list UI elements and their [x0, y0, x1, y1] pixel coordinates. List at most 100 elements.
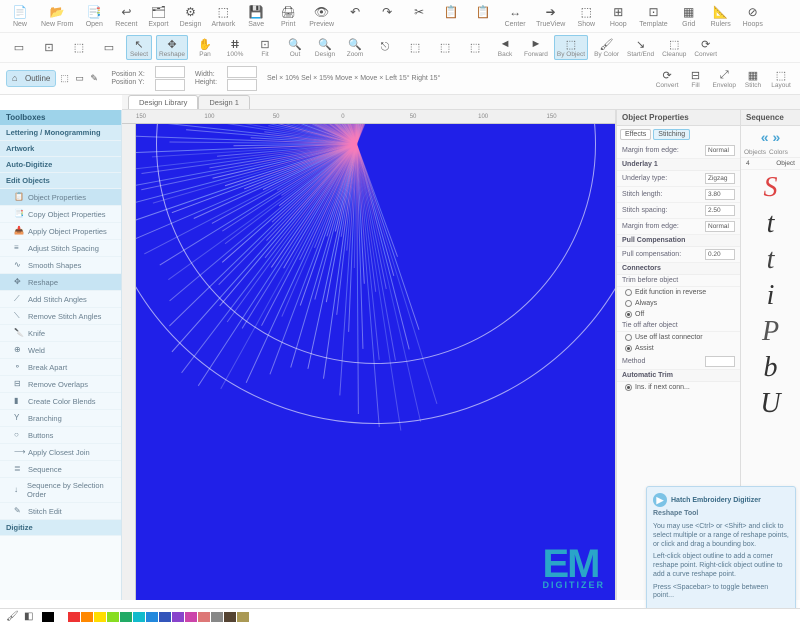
ribbon-artwork[interactable]: ⬚Artwork — [208, 3, 238, 29]
posx-input[interactable] — [155, 66, 185, 78]
margin-select[interactable]: Normal — [705, 145, 735, 156]
tool-by object[interactable]: ⬚By Object — [554, 35, 588, 60]
ribbon-new from[interactable]: 📂New From — [38, 3, 76, 29]
toolbox-digitize[interactable]: Digitize — [0, 520, 121, 536]
ribbon-hoops[interactable]: ⊘Hoops — [739, 3, 767, 29]
pull-input[interactable]: 0.20 — [705, 249, 735, 260]
toolbox-remove-overlaps[interactable]: ⊟Remove Overlaps — [0, 376, 121, 393]
toolbox-weld[interactable]: ⊕Weld — [0, 342, 121, 359]
width-input[interactable] — [227, 66, 257, 78]
tool-reshape[interactable]: ✥Reshape — [156, 35, 188, 60]
swatch[interactable] — [42, 612, 54, 622]
swatch[interactable] — [159, 612, 171, 622]
tool-back[interactable]: ◄Back — [492, 36, 518, 59]
design-canvas[interactable]: EM DIGITIZER — [136, 124, 615, 600]
sequence-item-6[interactable]: U — [741, 386, 800, 422]
toolbox-object-properties[interactable]: 📋Object Properties — [0, 189, 121, 206]
method-select[interactable] — [705, 356, 735, 367]
swatch[interactable] — [107, 612, 119, 622]
swatch[interactable] — [185, 612, 197, 622]
stitch-length-input[interactable]: 3.80 — [705, 189, 735, 200]
seq-tab-objects[interactable]: Objects — [744, 149, 766, 156]
outline-chip[interactable]: ⌂ Outline — [6, 70, 56, 87]
tool-icon[interactable]: ▭ — [75, 73, 86, 84]
tab-design-1[interactable]: Design 1 — [198, 95, 250, 109]
tool-pan[interactable]: ✋Pan — [192, 36, 218, 59]
palette-brush-icon[interactable]: 🖌 — [6, 611, 20, 623]
tool-icon[interactable]: ⬚ — [60, 73, 71, 84]
tool-icon[interactable]: ✎ — [90, 73, 101, 84]
toolbox-add-stitch-angles[interactable]: ⟋Add Stitch Angles — [0, 291, 121, 308]
ribbon-save[interactable]: 💾Save — [242, 3, 270, 29]
underlay-type-select[interactable]: Zigzag — [705, 173, 735, 184]
tool-by color[interactable]: 🖌By Color — [592, 36, 621, 59]
toolbox-reshape[interactable]: ✥Reshape — [0, 274, 121, 291]
toolbox-apply-object-properties[interactable]: 📥Apply Object Properties — [0, 223, 121, 240]
toolbox-create-color-blends[interactable]: ▮Create Color Blends — [0, 393, 121, 410]
ribbon-template[interactable]: ⊡Template — [636, 3, 670, 29]
swatch[interactable] — [172, 612, 184, 622]
ribbon-action[interactable]: ✂ — [405, 3, 433, 29]
ribbon-export[interactable]: 🗂Export — [144, 3, 172, 29]
posy-input[interactable] — [155, 79, 185, 91]
swatch[interactable] — [198, 612, 210, 622]
r3-stitch[interactable]: ▦Stitch — [740, 67, 766, 90]
tool-fit[interactable]: ⊡Fit — [252, 36, 278, 59]
ribbon-rulers[interactable]: 📐Rulers — [707, 3, 735, 29]
toolbox-break-apart[interactable]: ⚬Break Apart — [0, 359, 121, 376]
swatch[interactable] — [133, 612, 145, 622]
swatch[interactable] — [68, 612, 80, 622]
swatch[interactable] — [94, 612, 106, 622]
conn-radio-reverse[interactable]: Edit function in reverse — [617, 287, 740, 298]
tab-stitching[interactable]: Stitching — [653, 129, 690, 140]
auto-check[interactable]: Ins. if next conn... — [617, 382, 740, 393]
ribbon-show[interactable]: ⬚Show — [572, 3, 600, 29]
tool-cleanup[interactable]: ⬚Cleanup — [660, 36, 688, 59]
tool-btn[interactable]: ⬚ — [462, 40, 488, 56]
tab-design-library[interactable]: Design Library — [128, 95, 198, 109]
conn-radio-end[interactable]: Use off last connector — [617, 332, 740, 343]
ribbon-open[interactable]: 📑Open — [80, 3, 108, 29]
toolbox-artwork[interactable]: Artwork — [0, 141, 121, 157]
tool-start/end[interactable]: ↘Start/End — [625, 36, 656, 59]
toolbox-smooth-shapes[interactable]: ∿Smooth Shapes — [0, 257, 121, 274]
toolbox-buttons[interactable]: ○Buttons — [0, 427, 121, 444]
conn-radio-off[interactable]: Off — [617, 309, 740, 320]
sequence-item-3[interactable]: i — [741, 278, 800, 314]
tool-btn[interactable]: ⬚ — [66, 40, 92, 56]
toolbox-knife[interactable]: 🔪Knife — [0, 325, 121, 342]
toolbox-edit-objects[interactable]: Edit Objects — [0, 173, 121, 189]
ribbon-center[interactable]: ↔Center — [501, 3, 529, 29]
swatch[interactable] — [81, 612, 93, 622]
toolbox-lettering-monogramming[interactable]: Lettering / Monogramming — [0, 125, 121, 141]
height-input[interactable] — [227, 79, 257, 91]
ribbon-new[interactable]: 📄New — [6, 3, 34, 29]
ribbon-print[interactable]: 🖨Print — [274, 3, 302, 29]
ribbon-recent[interactable]: ↩Recent — [112, 3, 140, 29]
toolbox-copy-object-properties[interactable]: 📑Copy Object Properties — [0, 206, 121, 223]
tool-btn[interactable]: ⎋ — [372, 40, 398, 56]
tool-btn[interactable]: ⬚ — [402, 40, 428, 56]
conn-radio-always[interactable]: Always — [617, 298, 740, 309]
tool-zoom[interactable]: 🔍Zoom — [342, 36, 368, 59]
sequence-nav[interactable]: « » — [741, 126, 800, 148]
ribbon-preview[interactable]: 👁Preview — [306, 3, 337, 29]
toolbox-adjust-stitch-spacing[interactable]: ≡Adjust Stitch Spacing — [0, 240, 121, 257]
ribbon-action[interactable]: 📋 — [469, 3, 497, 29]
seq-tab-colors[interactable]: Colors — [769, 149, 788, 156]
stitch-spacing-input[interactable]: 2.50 — [705, 205, 735, 216]
swatch[interactable] — [237, 612, 249, 622]
ribbon-action[interactable]: 📋 — [437, 3, 465, 29]
toolbox-apply-closest-join[interactable]: ⟶Apply Closest Join — [0, 444, 121, 461]
tool-out[interactable]: 🔍Out — [282, 36, 308, 59]
sequence-item-5[interactable]: b — [741, 350, 800, 386]
tool-btn[interactable]: ⊡ — [36, 40, 62, 56]
sequence-item-1[interactable]: t — [741, 206, 800, 242]
r3-fill[interactable]: ⊟Fill — [683, 67, 709, 90]
swatch[interactable] — [146, 612, 158, 622]
tool-btn[interactable]: ▭ — [6, 40, 32, 56]
ribbon-design[interactable]: ⚙Design — [176, 3, 204, 29]
ribbon-grid[interactable]: ▦Grid — [675, 3, 703, 29]
tool-forward[interactable]: ►Forward — [522, 36, 550, 59]
r3-convert[interactable]: ⟳Convert — [654, 67, 681, 90]
